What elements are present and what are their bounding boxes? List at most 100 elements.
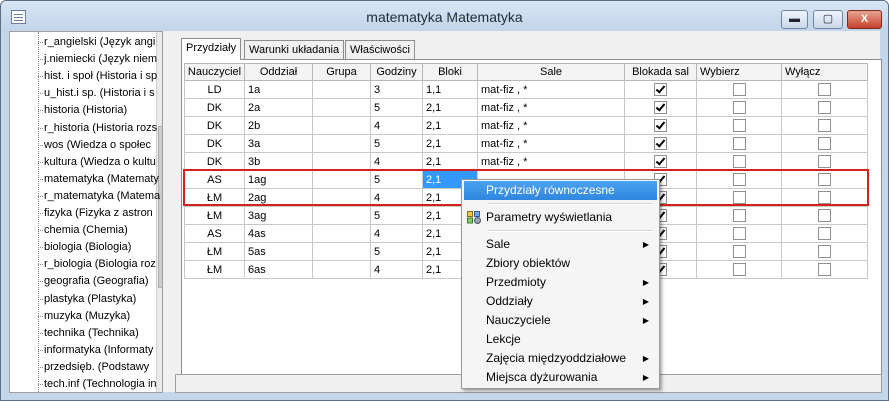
tab-przydzialy[interactable]: Przydziały (181, 38, 242, 60)
minimize-button[interactable]: ▬ (781, 10, 808, 29)
tree-item[interactable]: informatyka (Informaty (44, 342, 153, 359)
tree-item[interactable]: geografia (Geografia) (44, 273, 149, 290)
cell-bloki[interactable]: 2,1 (422, 116, 478, 135)
menu-item[interactable]: Parametry wyświetlania (464, 208, 657, 227)
cell-godziny[interactable]: 4 (370, 260, 423, 279)
cell-nauczyciel[interactable]: ŁM (184, 206, 245, 225)
menu-item[interactable]: Przedmioty ▶ (464, 273, 657, 292)
cell-oddzial[interactable]: 2ag (244, 188, 313, 207)
cell-godziny[interactable]: 5 (370, 242, 423, 261)
tree-item[interactable]: chemia (Chemia) (44, 222, 128, 239)
cell-oddzial[interactable]: 1a (244, 80, 313, 99)
cell-grupa[interactable] (312, 206, 371, 225)
header-grupa[interactable]: Grupa (312, 63, 371, 81)
wylacz-checkbox[interactable] (818, 263, 831, 276)
tree-scrollbar[interactable] (156, 32, 162, 392)
menu-item[interactable]: Miejsca dyżurowania ▶ (464, 368, 657, 387)
cell-grupa[interactable] (312, 152, 371, 171)
cell-bloki[interactable]: 1,1 (422, 80, 478, 99)
tab-warunki-ukladania[interactable]: Warunki układania (244, 40, 345, 60)
cell-nauczyciel[interactable]: LD (184, 80, 245, 99)
tree-item[interactable]: plastyka (Plastyka) (44, 291, 136, 308)
cell-nauczyciel[interactable]: DK (184, 116, 245, 135)
cell-godziny[interactable]: 5 (370, 170, 423, 189)
menu-item[interactable]: Lekcje (464, 330, 657, 349)
table-row[interactable]: DK 2b 4 2,1 mat-fiz , * (184, 116, 868, 135)
cell-godziny[interactable]: 5 (370, 134, 423, 153)
cell-nauczyciel[interactable]: DK (184, 98, 245, 117)
cell-grupa[interactable] (312, 188, 371, 207)
wylacz-checkbox[interactable] (818, 119, 831, 132)
cell-bloki[interactable]: 2,1 (422, 134, 478, 153)
cell-sale[interactable]: mat-fiz , * (477, 152, 625, 171)
tree-item[interactable]: historia (Historia) (44, 102, 127, 119)
cell-godziny[interactable]: 4 (370, 116, 423, 135)
wylacz-checkbox[interactable] (818, 209, 831, 222)
cell-godziny[interactable]: 5 (370, 98, 423, 117)
blokada-sal-checkbox[interactable] (654, 137, 667, 150)
cell-oddzial[interactable]: 3ag (244, 206, 313, 225)
cell-godziny[interactable]: 4 (370, 188, 423, 207)
table-row[interactable]: DK 2a 5 2,1 mat-fiz , * (184, 98, 868, 117)
cell-grupa[interactable] (312, 170, 371, 189)
header-nauczyciel[interactable]: Nauczyciel (184, 63, 245, 81)
wybierz-checkbox[interactable] (732, 155, 746, 168)
wybierz-checkbox[interactable] (732, 191, 746, 204)
tree-item[interactable]: hist. i społ (Historia i sp (44, 68, 157, 85)
tree-item[interactable]: tech.inf (Technologia in (44, 376, 157, 392)
tree-item[interactable]: matematyka (Matematy (44, 171, 159, 188)
menu-item[interactable]: Nauczyciele ▶ (464, 311, 657, 330)
menu-item[interactable]: Przydziały równoczesne (464, 181, 657, 200)
wybierz-checkbox[interactable] (732, 263, 746, 276)
wylacz-checkbox[interactable] (818, 227, 831, 240)
cell-grupa[interactable] (312, 98, 371, 117)
tree-item[interactable]: kultura (Wiedza o kultu (44, 154, 156, 171)
wybierz-checkbox[interactable] (732, 83, 746, 96)
cell-sale[interactable]: mat-fiz , * (477, 134, 625, 153)
wylacz-checkbox[interactable] (818, 245, 831, 258)
cell-godziny[interactable]: 4 (370, 224, 423, 243)
menu-item[interactable]: Sale ▶ (464, 235, 657, 254)
wybierz-checkbox[interactable] (732, 119, 746, 132)
cell-oddzial[interactable]: 5as (244, 242, 313, 261)
cell-bloki[interactable]: 2,1 (422, 98, 478, 117)
wybierz-checkbox[interactable] (732, 101, 746, 114)
tree-item[interactable]: j.niemiecki (Język niem (44, 51, 157, 68)
cell-nauczyciel[interactable]: ŁM (184, 260, 245, 279)
header-oddzial[interactable]: Oddział (244, 63, 313, 81)
cell-nauczyciel[interactable]: ŁM (184, 188, 245, 207)
cell-oddzial[interactable]: 3b (244, 152, 313, 171)
cell-nauczyciel[interactable]: DK (184, 152, 245, 171)
cell-oddzial[interactable]: 2a (244, 98, 313, 117)
cell-grupa[interactable] (312, 224, 371, 243)
wylacz-checkbox[interactable] (818, 191, 831, 204)
wybierz-checkbox[interactable] (732, 227, 746, 240)
menu-item[interactable]: Zbiory obiektów (464, 254, 657, 273)
tree-item[interactable]: fizyka (Fizyka z astron (44, 205, 153, 222)
blokada-sal-checkbox[interactable] (654, 83, 667, 96)
menu-item[interactable]: Zajęcia międzyoddziałowe ▶ (464, 349, 657, 368)
maximize-button[interactable]: ▢ (813, 10, 843, 29)
wybierz-checkbox[interactable] (732, 245, 746, 258)
cell-oddzial[interactable]: 6as (244, 260, 313, 279)
wylacz-checkbox[interactable] (818, 101, 831, 114)
cell-oddzial[interactable]: 3a (244, 134, 313, 153)
header-godziny[interactable]: Godziny (370, 63, 423, 81)
tree-item[interactable]: technika (Technika) (44, 325, 139, 342)
cell-grupa[interactable] (312, 260, 371, 279)
table-row[interactable]: DK 3a 5 2,1 mat-fiz , * (184, 134, 868, 153)
header-blokada-sal[interactable]: Blokada sal (624, 63, 697, 81)
wybierz-checkbox[interactable] (732, 173, 746, 186)
close-button[interactable]: X (847, 10, 882, 29)
cell-nauczyciel[interactable]: ŁM (184, 242, 245, 261)
wylacz-checkbox[interactable] (818, 83, 831, 96)
header-bloki[interactable]: Bloki (422, 63, 478, 81)
header-wylacz[interactable]: Wyłącz (781, 63, 868, 81)
wylacz-checkbox[interactable] (818, 137, 831, 150)
cell-sale[interactable]: mat-fiz , * (477, 116, 625, 135)
tree-item[interactable]: muzyka (Muzyka) (44, 308, 130, 325)
cell-oddzial[interactable]: 1ag (244, 170, 313, 189)
cell-sale[interactable]: mat-fiz , * (477, 98, 625, 117)
blokada-sal-checkbox[interactable] (654, 155, 667, 168)
table-row[interactable]: DK 3b 4 2,1 mat-fiz , * (184, 152, 868, 171)
